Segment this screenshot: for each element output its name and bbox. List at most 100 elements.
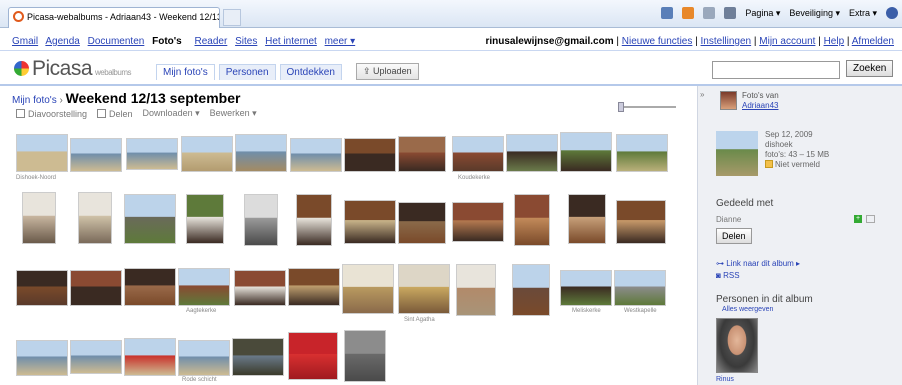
photo-thumbnail[interactable]	[616, 200, 666, 244]
download-menu[interactable]: Downloaden ▾	[143, 108, 200, 119]
feeds-icon[interactable]	[682, 7, 695, 19]
album-cover-thumbnail[interactable]	[716, 131, 758, 176]
gbar-link-sites[interactable]: Sites	[235, 36, 257, 47]
photo-thumbnail[interactable]	[126, 138, 178, 170]
photo-thumbnail[interactable]	[344, 200, 396, 244]
slideshow-icon	[16, 108, 25, 118]
help-icon[interactable]	[886, 7, 898, 19]
owner-link[interactable]: Adriaan43	[742, 101, 778, 110]
thumbnail-size-slider[interactable]	[608, 102, 690, 112]
person-face-thumbnail[interactable]	[716, 318, 758, 373]
browser-tab-bar: Picasa-webalbums - Adriaan43 - Weekend 1…	[0, 0, 902, 28]
home-icon[interactable]	[661, 7, 674, 19]
share-album-button[interactable]: Delen	[716, 228, 752, 244]
email-icon[interactable]	[866, 215, 875, 223]
photo-thumbnail[interactable]	[181, 136, 233, 172]
photo-thumbnail[interactable]	[512, 264, 550, 316]
rss-link[interactable]: ◙ RSS	[716, 271, 740, 280]
user-email: rinusalewijnse@gmail.com	[485, 36, 614, 47]
photo-caption: Sint Agatha	[404, 317, 435, 323]
tab-my-photos[interactable]: Mijn foto's	[156, 64, 215, 80]
photo-thumbnail[interactable]	[296, 194, 332, 246]
persons-heading: Personen in dit album	[716, 294, 813, 305]
slideshow-button[interactable]: Diavoorstelling	[16, 108, 87, 119]
tab-persons[interactable]: Personen	[218, 64, 276, 80]
photo-thumbnail[interactable]	[452, 136, 504, 172]
photo-thumbnail[interactable]	[398, 136, 446, 172]
photo-thumbnail[interactable]	[514, 194, 550, 246]
link-new-features[interactable]: Nieuwe functies	[622, 36, 693, 47]
owner-prefix: Foto's van	[742, 91, 779, 100]
photo-thumbnail[interactable]	[568, 194, 606, 244]
photo-thumbnail[interactable]	[70, 340, 122, 374]
collapse-sidebar-button[interactable]: »	[700, 90, 704, 99]
link-account[interactable]: Mijn account	[759, 36, 815, 47]
photo-thumbnail[interactable]	[234, 270, 286, 306]
photo-thumbnail[interactable]	[398, 202, 446, 244]
photo-thumbnail[interactable]	[16, 270, 68, 306]
photo-thumbnail[interactable]	[560, 132, 612, 172]
photo-thumbnail[interactable]	[78, 192, 112, 244]
gbar-link-internet[interactable]: Het internet	[265, 36, 317, 47]
browser-tab[interactable]: Picasa-webalbums - Adriaan43 - Weekend 1…	[8, 7, 220, 28]
share-button[interactable]: Delen	[97, 108, 133, 119]
photo-thumbnail[interactable]	[342, 264, 394, 314]
search-button[interactable]: Zoeken	[846, 60, 894, 77]
photo-thumbnail[interactable]	[124, 338, 176, 376]
link-settings[interactable]: Instellingen	[701, 36, 752, 47]
slider-knob[interactable]	[618, 102, 624, 112]
show-all-persons-link[interactable]: Alles weergeven	[722, 306, 773, 313]
gbar-link-reader[interactable]: Reader	[195, 36, 228, 47]
photo-thumbnail[interactable]	[178, 340, 230, 376]
upload-button[interactable]: ⇪ Uploaden	[356, 63, 419, 80]
photo-thumbnail[interactable]	[124, 194, 176, 244]
link-to-album[interactable]: ⊶ Link naar dit album ▸	[716, 259, 800, 268]
owner-avatar[interactable]	[720, 91, 737, 110]
photo-thumbnail[interactable]	[344, 330, 386, 382]
photo-thumbnail[interactable]	[452, 202, 504, 242]
photo-thumbnail[interactable]	[456, 264, 496, 316]
photo-thumbnail[interactable]	[616, 134, 668, 172]
photo-thumbnail[interactable]	[506, 134, 558, 172]
photo-thumbnail[interactable]	[16, 134, 68, 172]
photo-thumbnail[interactable]	[560, 270, 612, 306]
photo-thumbnail[interactable]	[244, 194, 278, 246]
search-input[interactable]	[712, 61, 840, 79]
mail-icon[interactable]	[703, 7, 716, 19]
photo-thumbnail[interactable]	[288, 332, 338, 380]
tab-explore[interactable]: Ontdekken	[279, 64, 342, 80]
album-visibility[interactable]: Niet vermeld	[765, 160, 829, 170]
person-name-link[interactable]: Rinus	[716, 376, 734, 383]
page-menu[interactable]: Pagina ▾	[745, 8, 780, 19]
photo-thumbnail[interactable]	[186, 194, 224, 244]
photo-thumbnail[interactable]	[232, 338, 284, 376]
photo-thumbnail[interactable]	[290, 138, 342, 172]
link-signout[interactable]: Afmelden	[852, 36, 894, 47]
album-meta: Sep 12, 2009 dishoek foto's: 43 – 15 MB …	[765, 130, 829, 170]
photo-thumbnail[interactable]	[235, 134, 287, 172]
security-menu[interactable]: Beveiliging ▾	[789, 8, 840, 19]
link-help[interactable]: Help	[824, 36, 845, 47]
photo-thumbnail[interactable]	[398, 264, 450, 314]
photo-thumbnail[interactable]	[70, 138, 122, 172]
photo-thumbnail[interactable]	[124, 268, 176, 306]
tools-menu[interactable]: Extra ▾	[849, 8, 877, 19]
photo-thumbnail[interactable]	[22, 192, 56, 244]
gbar-link-documenten[interactable]: Documenten	[88, 36, 145, 47]
picasa-logo[interactable]: Picasa webalbums	[14, 57, 131, 81]
edit-menu[interactable]: Bewerken ▾	[210, 108, 257, 119]
print-icon[interactable]	[724, 7, 737, 19]
photo-thumbnail[interactable]	[288, 268, 340, 306]
new-tab-button[interactable]	[223, 9, 241, 26]
photo-thumbnail[interactable]	[178, 268, 230, 306]
photo-thumbnail[interactable]	[16, 340, 68, 376]
photo-thumbnail[interactable]	[70, 270, 122, 306]
gbar-link-gmail[interactable]: Gmail	[12, 36, 38, 47]
crumb-my-photos[interactable]: Mijn foto's	[12, 95, 57, 106]
gbar-link-agenda[interactable]: Agenda	[45, 36, 79, 47]
photo-thumbnail[interactable]	[344, 138, 396, 172]
photo-thumbnail[interactable]	[614, 270, 666, 306]
add-share-icon[interactable]: +	[854, 215, 862, 223]
album-place: dishoek	[765, 140, 793, 149]
gbar-link-more[interactable]: meer ▾	[325, 36, 356, 47]
